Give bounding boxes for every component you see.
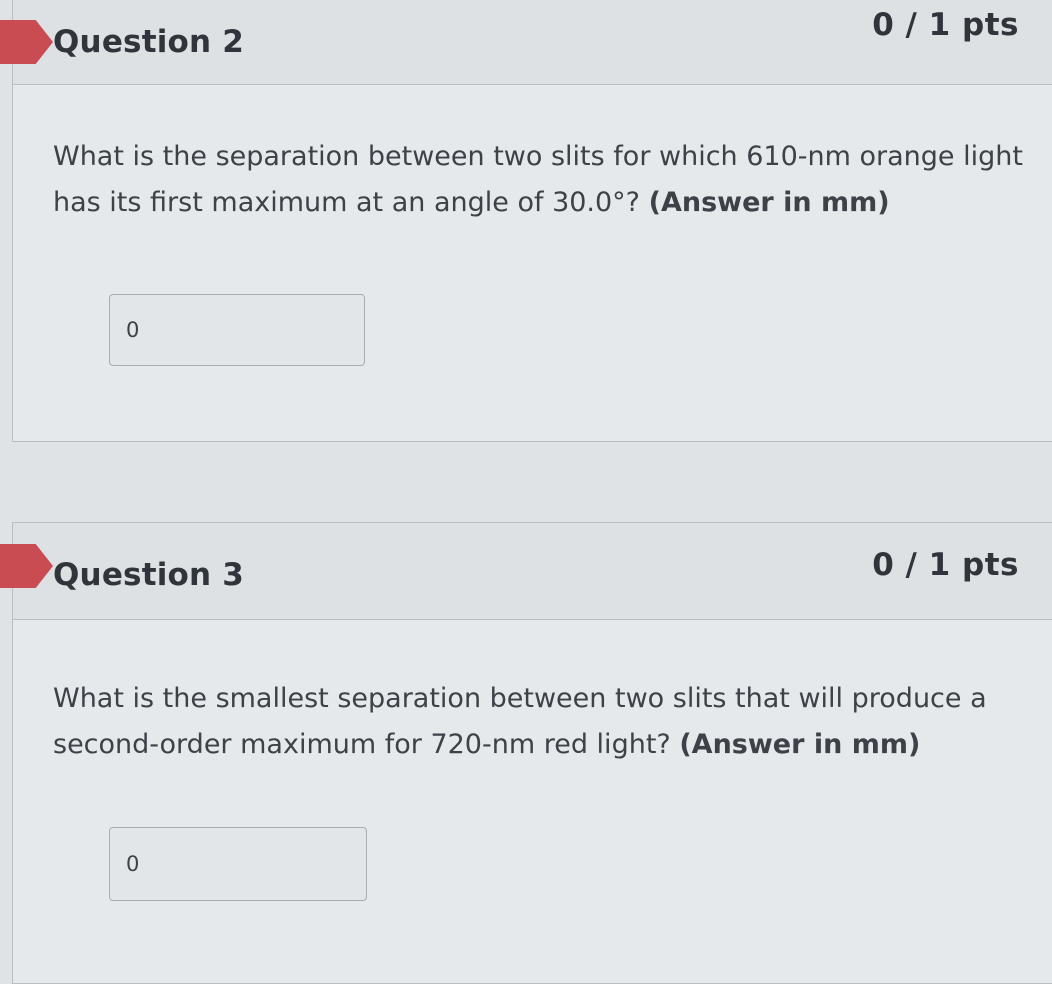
question-text: What is the separation between two slits… (53, 134, 1043, 226)
answer-input[interactable] (109, 827, 367, 901)
question-title: Question 2 (53, 24, 245, 60)
incorrect-flag-icon (0, 20, 53, 64)
question-header: Question 3 0 / 1 pts (0, 523, 1052, 620)
question-title: Question 3 (53, 557, 245, 593)
answer-unit-hint: (Answer in mm) (679, 729, 921, 760)
question-points: 0 / 1 pts (872, 547, 1019, 583)
question-points: 0 / 1 pts (872, 7, 1019, 43)
question-header: Question 2 0 / 1 pts (0, 0, 1052, 85)
answer-unit-hint: (Answer in mm) (648, 187, 890, 218)
answer-input[interactable] (109, 294, 365, 366)
incorrect-flag-icon (0, 544, 53, 588)
question-card: Question 2 0 / 1 pts What is the separat… (0, 0, 1052, 442)
question-card: Question 3 0 / 1 pts What is the smalles… (0, 522, 1052, 984)
question-text: What is the smallest separation between … (53, 676, 1043, 768)
